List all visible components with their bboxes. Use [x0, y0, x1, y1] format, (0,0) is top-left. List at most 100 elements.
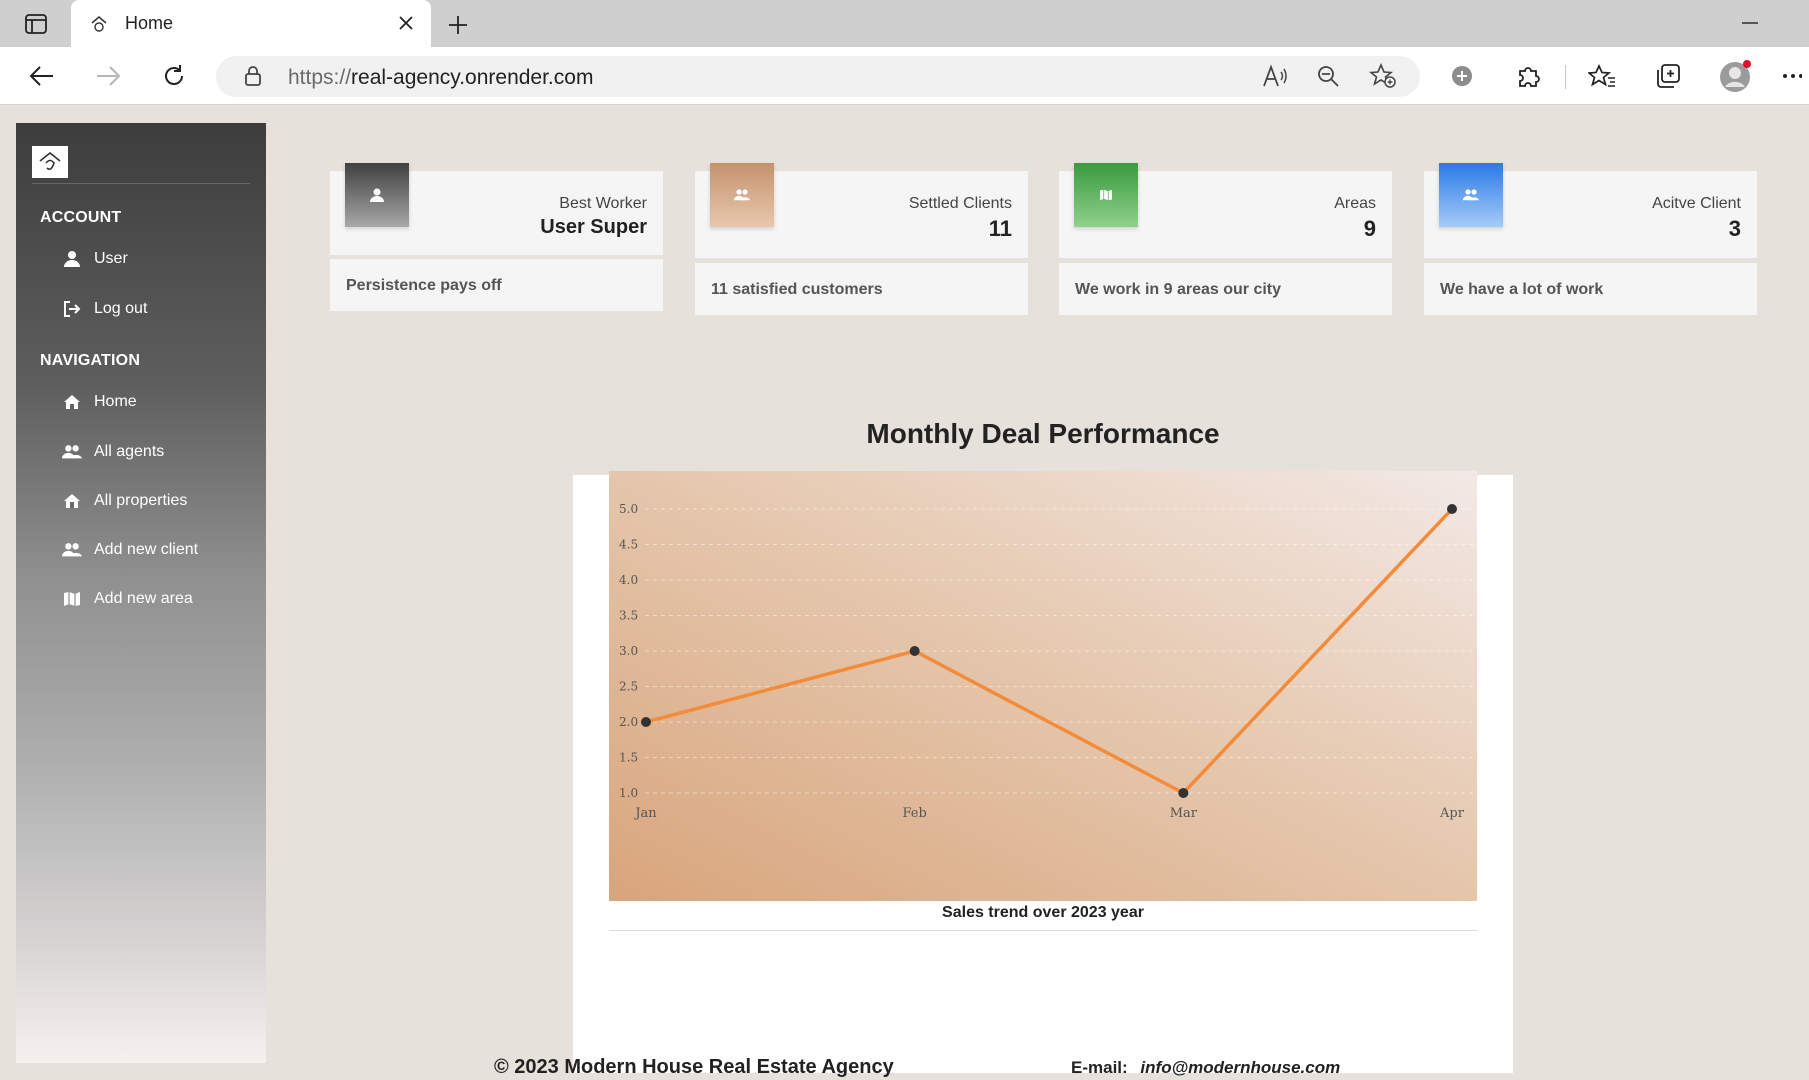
y-tick-label: 1.0 — [619, 786, 638, 800]
collections-icon[interactable] — [1650, 58, 1686, 94]
chart-title: Monthly Deal Performance — [866, 418, 1220, 449]
x-tick-label: Apr — [1439, 806, 1465, 821]
sidebar-item-label: Home — [94, 393, 137, 410]
extensions-puzzle-icon[interactable] — [1511, 58, 1547, 94]
sidebar-item-label: Add new area — [94, 590, 193, 607]
extension-icon[interactable] — [1444, 58, 1480, 94]
sidebar: ACCOUNT User Log out NAVIGATION Home All… — [16, 123, 266, 1063]
data-point — [909, 646, 920, 656]
navigation-section-title: NAVIGATION — [40, 352, 141, 369]
user-icon — [345, 163, 409, 227]
y-tick-label: 2.5 — [619, 680, 638, 694]
people-icon — [710, 163, 774, 227]
x-tick-label: Mar — [1170, 806, 1198, 821]
map-icon — [1074, 163, 1138, 227]
stat-card-active-client: Acitve Client 3 We have a lot of work — [1424, 163, 1757, 315]
minimize-window-icon[interactable] — [1735, 12, 1765, 34]
account-section-title: ACCOUNT — [40, 209, 122, 226]
data-point — [1178, 788, 1189, 798]
sidebar-item-add-new-client[interactable]: Add new client — [62, 537, 252, 563]
sidebar-item-add-new-area[interactable]: Add new area — [62, 586, 252, 612]
card-value: 3 — [1728, 216, 1741, 241]
house-icon — [62, 491, 82, 511]
toolbar-separator — [1565, 65, 1566, 89]
footer-email-label: E-mail: — [1071, 1058, 1128, 1077]
x-tick-label: Jan — [633, 806, 657, 821]
chart-divider — [609, 930, 1477, 931]
tab-title: Home — [125, 13, 174, 33]
y-tick-label: 3.5 — [619, 609, 638, 623]
sidebar-item-label: User — [94, 250, 128, 267]
data-point — [641, 717, 651, 727]
card-footer: We work in 9 areas our city — [1059, 259, 1392, 315]
people-icon — [62, 540, 82, 560]
browser-tab-bar: Home — [0, 0, 1809, 48]
browser-toolbar: https://real-agency.onrender.com — [0, 47, 1809, 105]
browser-tab-home[interactable]: Home — [71, 0, 431, 48]
footer-copyright: © 2023 Modern House Real Estate Agency — [494, 1056, 894, 1078]
forward-icon[interactable] — [90, 58, 126, 94]
card-header: Best Worker User Super — [330, 163, 663, 259]
line-chart: 1.0 1.5 2.0 2.5 3.0 3.5 4.0 4.5 5.0 Jan Feb Mar Apr — [609, 471, 1477, 901]
x-tick-label: Feb — [903, 806, 927, 821]
favorites-icon[interactable] — [1584, 58, 1620, 94]
y-tick-label: 3.0 — [619, 644, 638, 658]
card-value: User Super — [540, 216, 647, 238]
home-icon — [62, 392, 82, 412]
card-header: Acitve Client 3 — [1424, 163, 1757, 259]
chart-caption: Sales trend over 2023 year — [942, 904, 1144, 921]
card-category: Settled Clients — [908, 195, 1012, 212]
sidebar-item-label: Log out — [94, 300, 148, 317]
user-icon — [62, 249, 82, 269]
read-aloud-icon[interactable] — [1262, 64, 1288, 93]
card-header: Areas 9 — [1059, 163, 1392, 259]
card-footer: 11 satisfied customers — [695, 259, 1028, 315]
brand-divider — [32, 183, 250, 184]
sidebar-item-label: All properties — [94, 492, 188, 509]
sidebar-item-user[interactable]: User — [62, 246, 252, 272]
y-tick-label: 1.5 — [619, 751, 638, 765]
lock-icon[interactable] — [244, 65, 262, 92]
zoom-out-icon[interactable] — [1316, 64, 1340, 93]
card-header: Settled Clients 11 — [695, 163, 1028, 259]
url-text: https://real-agency.onrender.com — [288, 66, 594, 89]
more-options-icon[interactable] — [1782, 58, 1809, 94]
stat-card-settled-clients: Settled Clients 11 11 satisfied customer… — [695, 163, 1028, 315]
sidebar-item-logout[interactable]: Log out — [62, 296, 252, 322]
logout-icon — [62, 299, 82, 319]
card-category: Acitve Client — [1652, 195, 1741, 212]
favicon-icon — [89, 14, 109, 34]
people-icon — [1439, 163, 1503, 227]
sidebar-item-all-properties[interactable]: All properties — [62, 488, 252, 514]
card-footer: Persistence pays off — [330, 255, 663, 311]
back-icon[interactable] — [24, 58, 60, 94]
brand-logo-icon[interactable] — [32, 146, 68, 178]
tab-actions-icon[interactable] — [18, 11, 54, 37]
data-point — [1447, 504, 1457, 514]
sidebar-item-label: Add new client — [94, 541, 199, 558]
close-tab-icon[interactable] — [395, 12, 417, 34]
stat-card-areas: Areas 9 We work in 9 areas our city — [1059, 163, 1392, 315]
chart-background — [609, 471, 1477, 901]
chart-panel: 1.0 1.5 2.0 2.5 3.0 3.5 4.0 4.5 5.0 Jan Feb Mar Apr … — [573, 471, 1513, 1073]
footer-email-link[interactable]: info@modernhouse.com — [1140, 1058, 1340, 1077]
y-tick-label: 5.0 — [619, 502, 638, 516]
add-favorite-icon[interactable] — [1368, 62, 1397, 94]
refresh-icon[interactable] — [156, 58, 192, 94]
card-category: Best Worker — [559, 195, 647, 212]
map-icon — [62, 589, 82, 609]
sidebar-item-label: All agents — [94, 443, 165, 460]
address-bar[interactable]: https://real-agency.onrender.com — [216, 56, 1420, 97]
sidebar-item-all-agents[interactable]: All agents — [62, 439, 252, 465]
y-tick-label: 2.0 — [619, 715, 638, 729]
y-tick-label: 4.5 — [619, 538, 638, 552]
footer-email: E-mail: info@modernhouse.com — [1071, 1058, 1340, 1078]
card-value: 11 — [988, 216, 1012, 241]
card-category: Areas — [1334, 195, 1376, 212]
y-tick-label: 4.0 — [619, 573, 638, 587]
sidebar-item-home[interactable]: Home — [62, 389, 252, 415]
card-footer: We have a lot of work — [1424, 259, 1757, 315]
stat-card-best-worker: Best Worker User Super Persistence pays … — [330, 163, 663, 311]
new-tab-icon[interactable] — [442, 9, 474, 41]
profile-avatar[interactable] — [1718, 58, 1754, 94]
